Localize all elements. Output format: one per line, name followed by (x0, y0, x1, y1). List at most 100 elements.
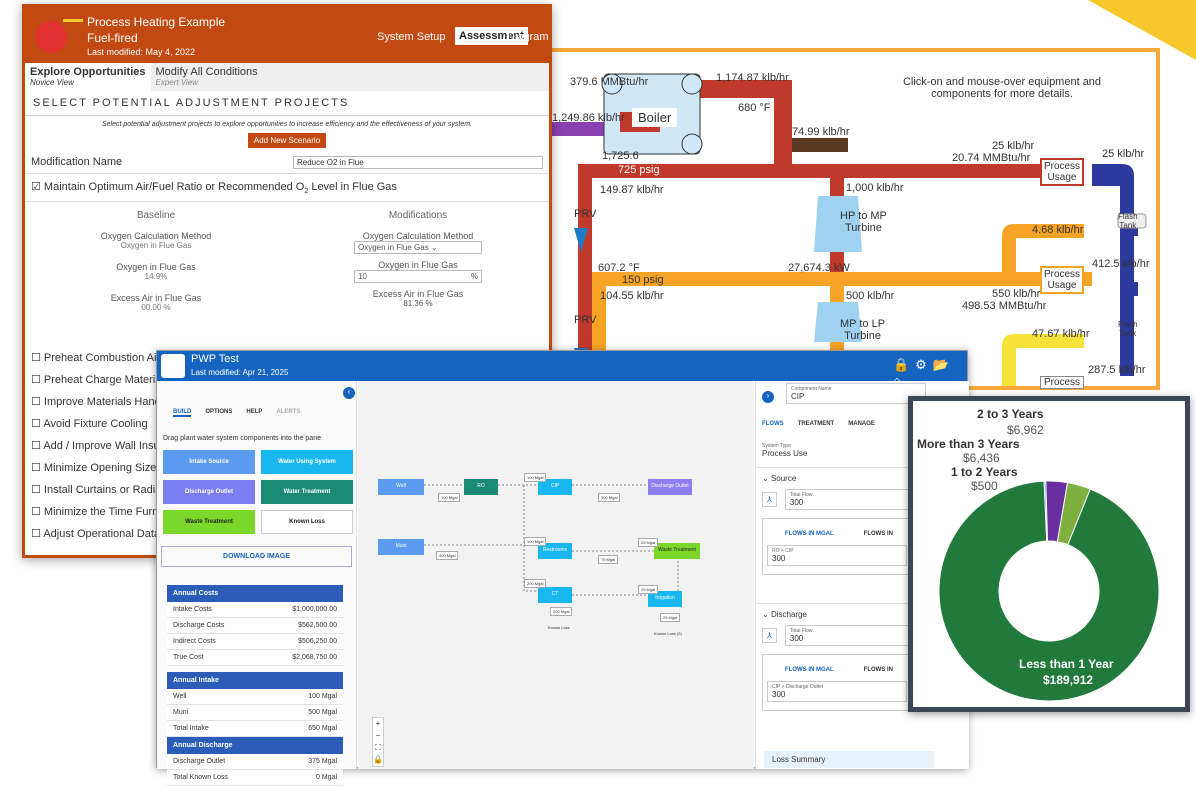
oif-input[interactable]: 10% (354, 270, 482, 284)
ro-cip-field[interactable]: RO > CIP 300 (767, 545, 907, 566)
summary-tables: Annual Costs Intake Costs $1,000,000.00 D… (167, 585, 343, 786)
zoom-controls[interactable]: + − ⛶ 🔒 (372, 717, 384, 767)
tab-flows-in-2[interactable]: FLOWS IN (864, 667, 893, 673)
slice-value: $189,912 (1043, 673, 1094, 687)
node-well[interactable]: Well (378, 479, 424, 495)
project-item[interactable]: ☐ Preheat Charge Material (31, 369, 166, 391)
lp-return: 287.5 klb/hr (1088, 364, 1146, 376)
expand-icon[interactable]: › (762, 391, 774, 403)
loss-summary[interactable]: Loss Summary (764, 751, 934, 768)
palette-water-using[interactable]: Water Using System (261, 450, 353, 474)
node-muni[interactable]: Muni (378, 539, 424, 555)
nav-system-setup[interactable]: System Setup (377, 31, 445, 43)
node-waste-treatment[interactable]: Waste Treatment (654, 543, 700, 559)
node-ro[interactable]: RO (464, 479, 498, 495)
ocm-select[interactable]: Oxygen in Flue Gas ⌄ (354, 241, 482, 255)
prv-2[interactable]: PRV (574, 314, 596, 326)
tab-flows-in[interactable]: FLOWS IN (864, 531, 893, 537)
tab-build[interactable]: BUILD (173, 409, 192, 417)
slice-value: $6,436 (963, 451, 1000, 465)
tab-modify-all[interactable]: Modify All Conditions Expert View (151, 63, 263, 91)
tab-flows-mgal-2[interactable]: FLOWS IN MGAL (785, 667, 834, 673)
process-usage-3[interactable]: Process (1040, 376, 1084, 389)
known-loss-1[interactable]: Known Loss (548, 625, 570, 630)
tab-options[interactable]: OPTIONS (205, 409, 232, 417)
app-header: Process Heating Example Fuel-fired Last … (25, 7, 549, 63)
add-scenario-button[interactable]: Add New Scenario (247, 133, 327, 148)
turbine1-rate: 1,000 klb/hr (846, 182, 904, 194)
project-item[interactable]: ☐ Avoid Fixture Cooling (31, 413, 166, 435)
project-item[interactable]: ☐ Preheat Combustion Air (31, 347, 166, 369)
turbine-power: 27,674.3 kW (788, 262, 850, 274)
project-item[interactable]: ☐ Improve Materials Handl (31, 391, 166, 413)
flash-tank-2[interactable]: Flash Tank (1118, 320, 1138, 338)
palette-waste-treatment[interactable]: Waste Treatment (163, 510, 255, 534)
oif-label: Oxygen in Flue Gas (116, 262, 196, 273)
tab-flows-mgal[interactable]: FLOWS IN MGAL (785, 531, 834, 537)
project-list: ☐ Preheat Combustion Air ☐ Preheat Charg… (31, 347, 166, 545)
project-item[interactable]: ☐ Install Curtains or Radia (31, 479, 166, 501)
ocm-value: Oxygen in Flue Gas (120, 241, 192, 251)
nav-diagram[interactable]: Diagram (507, 31, 549, 43)
mod-name-input[interactable]: Reduce O2 in Flue (293, 156, 543, 169)
known-loss-2[interactable]: Known Loss (2) (654, 631, 682, 636)
tab-explore[interactable]: Explore Opportunities Novice View (25, 63, 151, 91)
pu2-energy: 498.53 MMBtu/hr (962, 300, 1047, 312)
hint-text: Click-on and mouse-over equipment and co… (902, 76, 1102, 100)
turbine-hp-mp[interactable]: HP to MP Turbine (840, 210, 887, 234)
flow-label: 200 Mgal (524, 579, 547, 588)
prv1-rate: 149.87 klb/hr (600, 184, 664, 196)
component-tabs: FLOWS TREATMENT MANAGE (762, 421, 875, 427)
flow-icon[interactable]: ⅄ (762, 628, 777, 643)
slice-label: 2 to 3 Years (977, 407, 1044, 421)
flow-icon[interactable]: ⅄ (762, 492, 777, 507)
project-item[interactable]: ☐ Minimize the Time Furna (31, 501, 166, 523)
component-palette: Intake Source Water Using System Dischar… (157, 450, 356, 534)
system-type-field[interactable]: System Type Process Use (762, 443, 807, 458)
component-name-field[interactable]: Component Name CIP (786, 383, 926, 404)
tab-alerts[interactable]: ALERTS (276, 409, 300, 417)
node-ct[interactable]: CT (538, 587, 572, 603)
project-item[interactable]: ☐ Add / Improve Wall Insul (31, 435, 166, 457)
boiler-label[interactable]: Boiler (632, 108, 678, 127)
ocm-label: Oxygen Calculation Method (100, 231, 212, 242)
flash-tank-1[interactable]: Flash Tank (1118, 212, 1138, 230)
collapse-icon[interactable]: ‹ (343, 387, 355, 399)
flash1-rate: 4.68 klb/hr (1032, 224, 1084, 236)
table-row: Total Known Loss 0 Mgal (167, 770, 343, 786)
table-row: Total Intake 650 Mgal (167, 721, 343, 737)
palette-intake[interactable]: Intake Source (163, 450, 255, 474)
palette-water-treatment[interactable]: Water Treatment (261, 480, 353, 504)
prv2-rate: 104.55 klb/hr (600, 290, 664, 302)
comparison: Baseline Oxygen Calculation Method Oxyge… (25, 202, 549, 312)
turbine-mp-lp[interactable]: MP to LP Turbine (840, 318, 885, 342)
palette-discharge[interactable]: Discharge Outlet (163, 480, 255, 504)
maintain-row[interactable]: ☑ Maintain Optimum Air/Fuel Ratio or Rec… (25, 174, 549, 203)
mp-temp: 607.2 °F (598, 262, 640, 274)
pu1-rate: 25 klb/hr (992, 140, 1035, 152)
cip-discharge-field[interactable]: CIP > Discharge Outlet 300 (767, 681, 907, 702)
flow-label: 200 Mgal (550, 607, 573, 616)
eaf-mod-value: 81.36 % (403, 299, 433, 309)
baseline-heading: Baseline (136, 210, 176, 222)
project-item[interactable]: ☐ Adjust Operational Data (31, 523, 166, 545)
tab-treatment[interactable]: TREATMENT (798, 421, 835, 427)
annual-costs-heading: Annual Costs (167, 585, 343, 602)
palette-known-loss[interactable]: Known Loss (261, 510, 353, 534)
node-discharge-outlet[interactable]: Discharge Outlet (648, 479, 692, 495)
tab-help[interactable]: HELP (246, 409, 262, 417)
payback-chart-panel: 2 to 3 Years $6,962 More than 3 Years $6… (908, 396, 1190, 712)
prv-1[interactable]: PRV (574, 208, 596, 220)
boiler-temp: 680 °F (738, 102, 771, 114)
mp-return: 412.5 klb/hr (1092, 258, 1150, 270)
table-row: Indirect Costs $506,250.00 (167, 634, 343, 650)
project-item[interactable]: ☐ Minimize Opening Size o (31, 457, 166, 479)
download-image-button[interactable]: DOWNLOAD IMAGE (161, 546, 352, 567)
tab-manage[interactable]: MANAGE (848, 421, 875, 427)
flow-canvas[interactable]: Well RO CIP Discharge Outlet Muni Restro… (358, 381, 754, 769)
process-usage-2[interactable]: Process Usage (1040, 266, 1084, 294)
flow-label: 300 Mgal (598, 493, 621, 502)
process-usage-1[interactable]: Process Usage (1040, 158, 1084, 186)
tab-flows[interactable]: FLOWS (762, 421, 784, 427)
eaf-mod-label: Excess Air in Flue Gas (372, 289, 464, 300)
